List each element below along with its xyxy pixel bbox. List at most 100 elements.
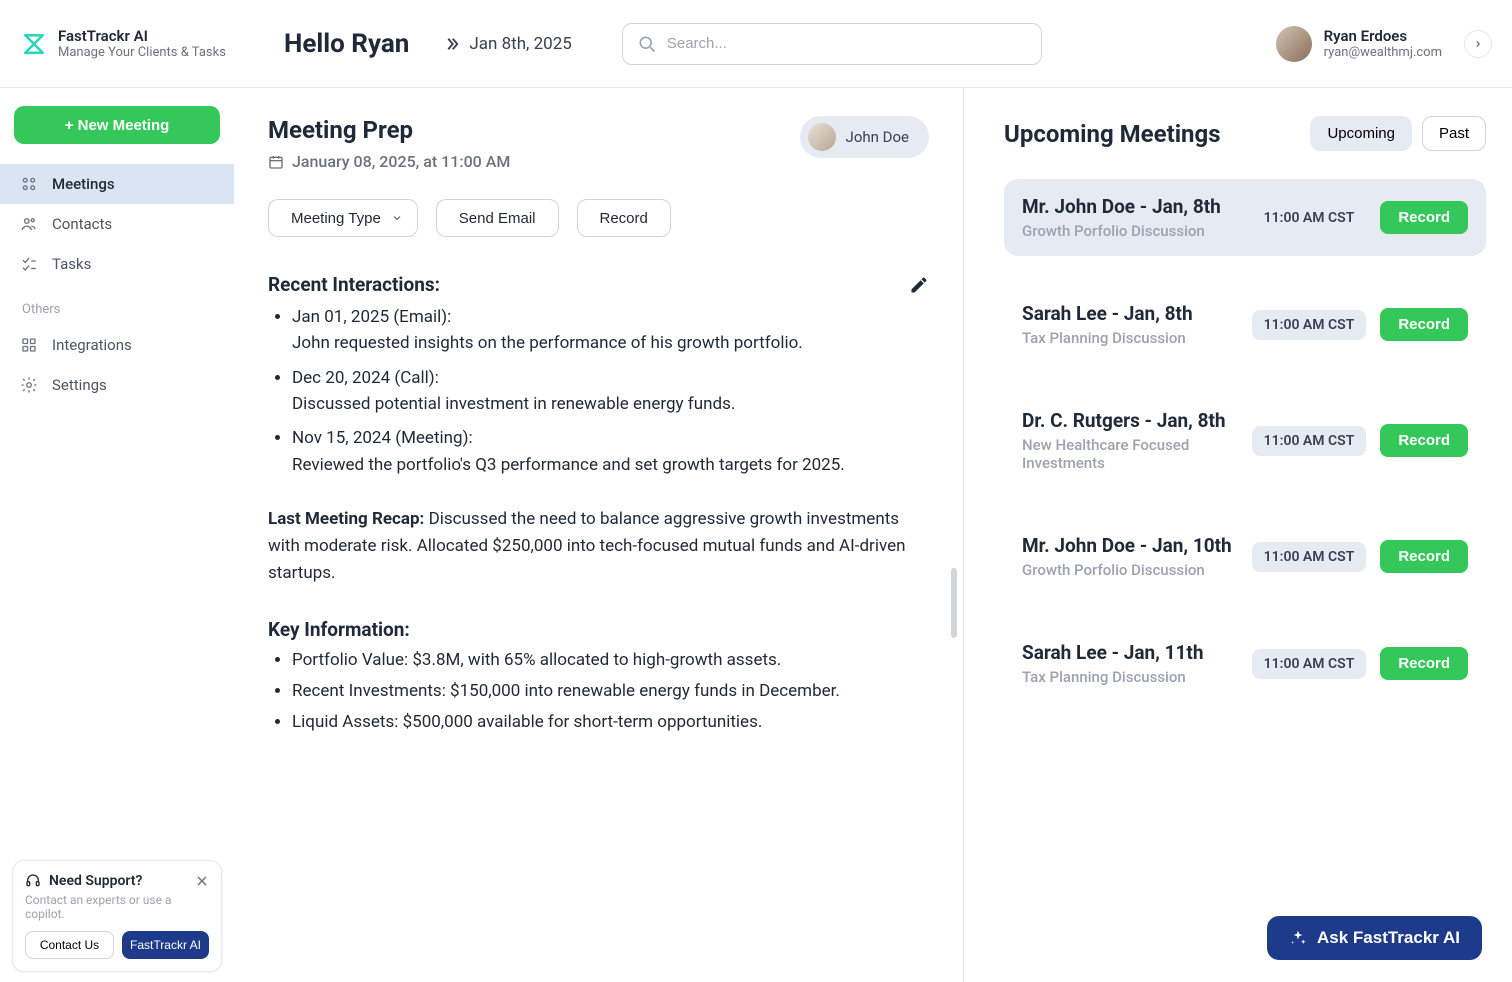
record-button[interactable]: Record xyxy=(1380,647,1468,680)
upcoming-panel: Upcoming Meetings Upcoming Past Mr. John… xyxy=(964,88,1512,982)
sidebar-item-label: Meetings xyxy=(52,175,115,193)
current-date[interactable]: Jan 8th, 2025 xyxy=(443,34,572,54)
user-menu[interactable]: Ryan Erdoes ryan@wealthmj.com xyxy=(1276,26,1492,62)
chevron-down-icon xyxy=(391,212,403,224)
interactions-list: Jan 01, 2025 (Email):John requested insi… xyxy=(268,304,929,478)
sidebar-item-settings[interactable]: Settings xyxy=(0,365,234,405)
meeting-card[interactable]: Mr. John Doe - Jan, 10th Growth Porfolio… xyxy=(1004,518,1486,595)
prep-date-text: January 08, 2025, at 11:00 AM xyxy=(292,152,510,171)
logo-icon xyxy=(20,30,48,58)
ask-ai-label: Ask FastTrackr AI xyxy=(1317,928,1460,948)
list-item: Dec 20, 2024 (Call):Discussed potential … xyxy=(292,365,929,418)
meeting-time: 11:00 AM CST xyxy=(1252,310,1367,340)
header: FastTrackr AI Manage Your Clients & Task… xyxy=(0,0,1512,88)
expand-button[interactable] xyxy=(1464,30,1492,58)
meeting-card[interactable]: Dr. C. Rutgers - Jan, 8th New Healthcare… xyxy=(1004,393,1486,488)
meeting-card[interactable]: Sarah Lee - Jan, 11th Tax Planning Discu… xyxy=(1004,625,1486,702)
calendar-icon xyxy=(268,154,284,170)
meetings-icon xyxy=(20,175,38,193)
gear-icon xyxy=(20,376,38,394)
key-info-title: Key Information: xyxy=(268,618,929,641)
meeting-title: Sarah Lee - Jan, 11th xyxy=(1022,641,1244,664)
sidebar-item-label: Contacts xyxy=(52,215,112,233)
meeting-type-dropdown[interactable]: Meeting Type xyxy=(268,199,418,237)
user-name: Ryan Erdoes xyxy=(1324,27,1442,45)
meeting-subtitle: Tax Planning Discussion xyxy=(1022,668,1244,686)
support-card: Need Support? Contact an experts or use … xyxy=(12,860,222,972)
list-item: Portfolio Value: $3.8M, with 65% allocat… xyxy=(292,647,929,674)
meeting-time: 11:00 AM CST xyxy=(1252,649,1367,679)
avatar xyxy=(808,123,836,151)
integrations-icon xyxy=(20,336,38,354)
record-button[interactable]: Record xyxy=(577,199,671,237)
contacts-icon xyxy=(20,215,38,233)
sidebar-item-meetings[interactable]: Meetings xyxy=(0,164,234,204)
meeting-card[interactable]: Sarah Lee - Jan, 8th Tax Planning Discus… xyxy=(1004,286,1486,363)
sidebar-item-label: Integrations xyxy=(52,336,132,354)
list-item: Nov 15, 2024 (Meeting):Reviewed the port… xyxy=(292,425,929,478)
upcoming-title: Upcoming Meetings xyxy=(1004,120,1221,148)
attendee-chip[interactable]: John Doe xyxy=(800,116,929,158)
meeting-type-label: Meeting Type xyxy=(291,210,381,227)
sidebar-section-others: Others xyxy=(0,284,234,325)
sparkle-icon xyxy=(1289,929,1307,947)
user-email: ryan@wealthmj.com xyxy=(1324,45,1442,60)
sidebar-item-integrations[interactable]: Integrations xyxy=(0,325,234,365)
new-meeting-button[interactable]: + New Meeting xyxy=(14,106,220,144)
meeting-subtitle: Growth Porfolio Discussion xyxy=(1022,561,1244,579)
meeting-list: Mr. John Doe - Jan, 8th Growth Porfolio … xyxy=(1004,179,1486,702)
sidebar: + New Meeting Meetings Contacts Tasks Ot… xyxy=(0,88,234,982)
sidebar-item-contacts[interactable]: Contacts xyxy=(0,204,234,244)
meeting-subtitle: Tax Planning Discussion xyxy=(1022,329,1244,347)
meeting-title: Dr. C. Rutgers - Jan, 8th xyxy=(1022,409,1244,432)
brand-name: FastTrackr AI xyxy=(58,27,226,45)
recent-interactions-title: Recent Interactions: xyxy=(268,273,440,296)
search-input[interactable] xyxy=(622,23,1042,65)
record-button[interactable]: Record xyxy=(1380,540,1468,573)
meeting-title: Sarah Lee - Jan, 8th xyxy=(1022,302,1244,325)
send-email-button[interactable]: Send Email xyxy=(436,199,559,237)
prep-title: Meeting Prep xyxy=(268,116,510,144)
meeting-time: 11:00 AM CST xyxy=(1252,203,1367,233)
headset-icon xyxy=(25,873,41,889)
tasks-icon xyxy=(20,255,38,273)
sidebar-item-tasks[interactable]: Tasks xyxy=(0,244,234,284)
meeting-time: 11:00 AM CST xyxy=(1252,542,1367,572)
fasttrackr-ai-button[interactable]: FastTrackr AI xyxy=(122,931,209,959)
avatar xyxy=(1276,26,1312,62)
search-icon xyxy=(637,34,657,54)
support-subtitle: Contact an experts or use a copilot. xyxy=(25,893,209,921)
tab-past[interactable]: Past xyxy=(1422,116,1486,151)
record-button[interactable]: Record xyxy=(1380,201,1468,234)
meeting-time: 11:00 AM CST xyxy=(1252,426,1367,456)
meeting-title: Mr. John Doe - Jan, 10th xyxy=(1022,534,1244,557)
key-info-list: Portfolio Value: $3.8M, with 65% allocat… xyxy=(268,647,929,737)
edit-icon[interactable] xyxy=(909,275,929,295)
brand-tagline: Manage Your Clients & Tasks xyxy=(58,45,226,60)
search-field[interactable] xyxy=(667,35,1027,52)
meeting-subtitle: New Healthcare Focused Investments xyxy=(1022,436,1244,472)
record-button[interactable]: Record xyxy=(1380,308,1468,341)
scrollbar[interactable] xyxy=(951,568,957,638)
contact-us-button[interactable]: Contact Us xyxy=(25,931,114,959)
close-icon[interactable] xyxy=(195,874,209,888)
sidebar-item-label: Tasks xyxy=(52,255,91,273)
prep-date: January 08, 2025, at 11:00 AM xyxy=(268,152,510,171)
list-item: Liquid Assets: $500,000 available for sh… xyxy=(292,709,929,736)
ask-ai-button[interactable]: Ask FastTrackr AI xyxy=(1267,916,1482,960)
date-text: Jan 8th, 2025 xyxy=(469,34,572,54)
list-item: Recent Investments: $150,000 into renewa… xyxy=(292,678,929,705)
meeting-title: Mr. John Doe - Jan, 8th xyxy=(1022,195,1244,218)
sidebar-item-label: Settings xyxy=(52,376,107,394)
meeting-card[interactable]: Mr. John Doe - Jan, 8th Growth Porfolio … xyxy=(1004,179,1486,256)
logo-block: FastTrackr AI Manage Your Clients & Task… xyxy=(20,27,264,60)
record-button[interactable]: Record xyxy=(1380,424,1468,457)
attendee-name: John Doe xyxy=(846,128,909,146)
meeting-prep-panel: Meeting Prep January 08, 2025, at 11:00 … xyxy=(234,88,964,982)
tab-upcoming[interactable]: Upcoming xyxy=(1310,116,1412,151)
support-title: Need Support? xyxy=(49,873,142,889)
chevron-right-icon xyxy=(443,35,461,53)
list-item: Jan 01, 2025 (Email):John requested insi… xyxy=(292,304,929,357)
greeting: Hello Ryan xyxy=(284,29,409,59)
last-meeting-recap: Last Meeting Recap: Discussed the need t… xyxy=(268,506,929,588)
